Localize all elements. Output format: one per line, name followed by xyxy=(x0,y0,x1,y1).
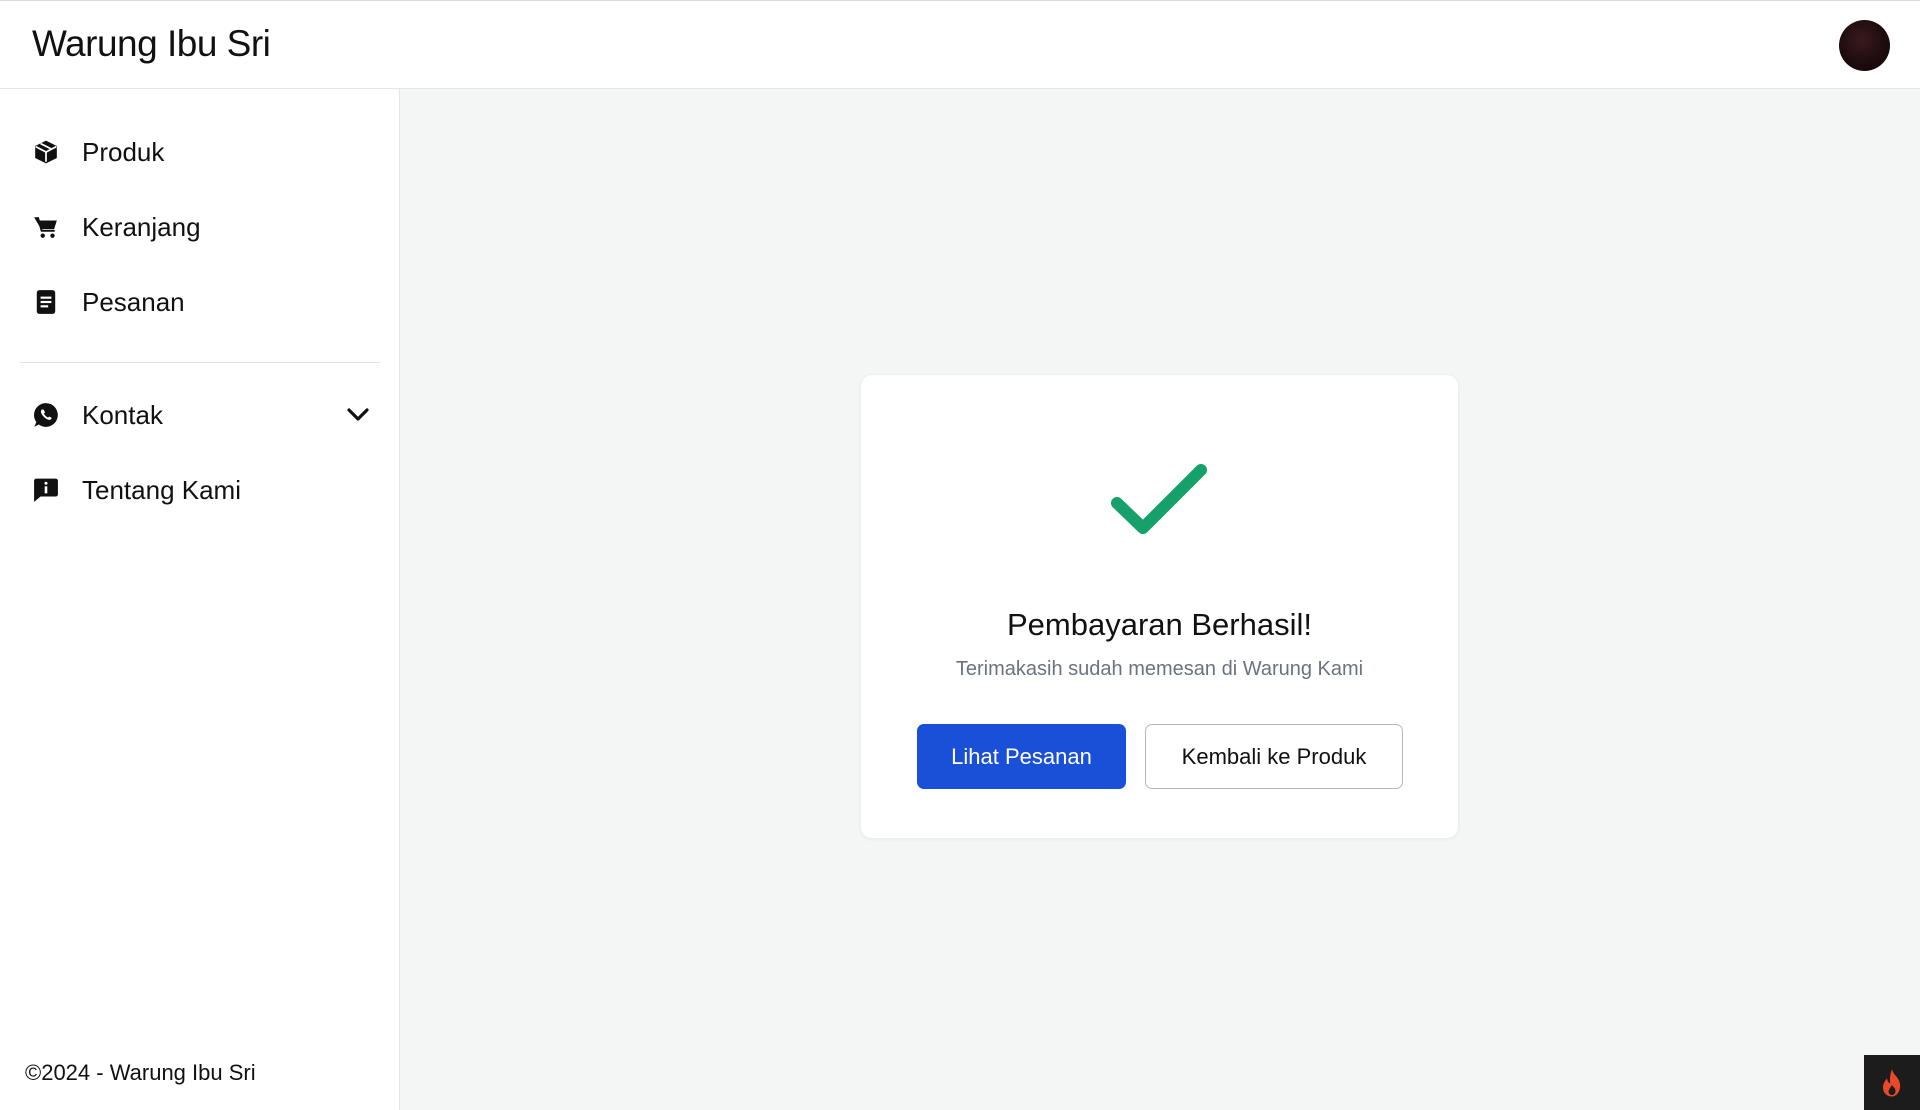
whatsapp-icon xyxy=(32,401,60,429)
top-bar: Warung Ibu Sri xyxy=(0,0,1920,89)
back-to-products-button[interactable]: Kembali ke Produk xyxy=(1145,724,1403,789)
sidebar-item-keranjang[interactable]: Keranjang xyxy=(20,199,382,255)
sidebar-item-label: Keranjang xyxy=(82,211,201,242)
sidebar-item-label: Kontak xyxy=(82,399,163,430)
footer-copyright: ©2024 - Warung Ibu Sri xyxy=(25,1060,256,1085)
info-message-icon xyxy=(32,476,60,504)
user-avatar[interactable] xyxy=(1839,20,1890,71)
sidebar-item-pesanan[interactable]: Pesanan xyxy=(20,274,382,330)
main-content: Pembayaran Berhasil! Terimakasih sudah m… xyxy=(400,89,1920,1110)
flame-icon[interactable] xyxy=(1864,1055,1920,1110)
chevron-down-icon[interactable] xyxy=(344,401,372,429)
cart-icon xyxy=(32,213,60,241)
box-icon xyxy=(32,138,60,166)
sidebar-item-label: Pesanan xyxy=(82,286,185,317)
checkmark-icon xyxy=(1105,455,1215,545)
success-title: Pembayaran Berhasil! xyxy=(1007,607,1312,642)
sidebar-item-label: Produk xyxy=(82,136,165,167)
payment-success-card: Pembayaran Berhasil! Terimakasih sudah m… xyxy=(860,374,1459,839)
sidebar: Produk Keranjang Pesanan Kontak Tentang … xyxy=(0,89,400,1110)
sidebar-item-produk[interactable]: Produk xyxy=(20,124,382,180)
sidebar-item-kontak[interactable]: Kontak xyxy=(20,387,382,443)
document-icon xyxy=(32,288,60,316)
brand-title[interactable]: Warung Ibu Sri xyxy=(32,23,271,65)
app: Warung Ibu Sri Produk Keranjang Pesanan … xyxy=(0,0,1920,1110)
sidebar-item-label: Tentang Kami xyxy=(82,474,241,505)
sidebar-divider xyxy=(20,362,380,363)
view-orders-button[interactable]: Lihat Pesanan xyxy=(917,724,1126,789)
success-subtitle: Terimakasih sudah memesan di Warung Kami xyxy=(955,658,1364,680)
sidebar-item-tentang-kami[interactable]: Tentang Kami xyxy=(20,462,382,518)
